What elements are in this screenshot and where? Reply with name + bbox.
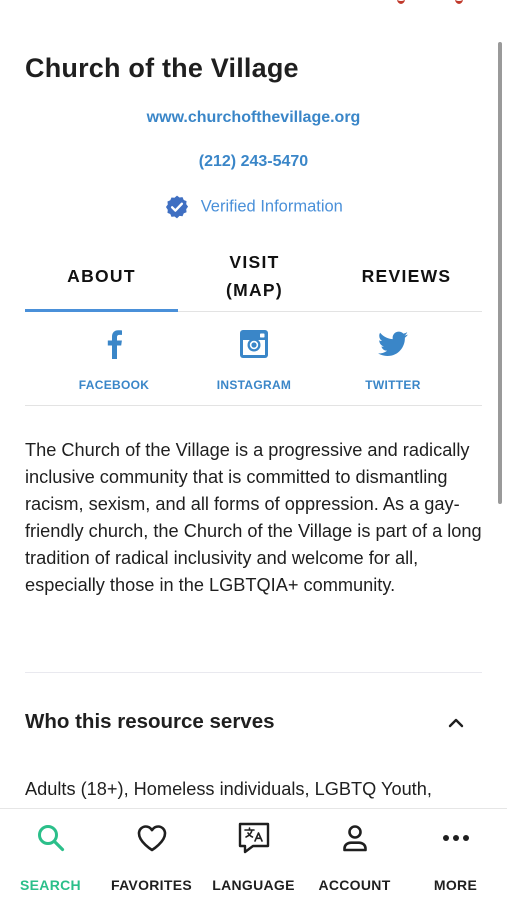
chevron-up-icon[interactable] (447, 714, 465, 732)
resource-tabs: ABOUT VISIT (MAP) REVIEWS (25, 240, 482, 312)
phone-link[interactable]: (212) 243-5470 (0, 153, 507, 171)
serves-title: Who this resource serves (25, 710, 275, 733)
tab-about[interactable]: ABOUT (25, 240, 178, 312)
instagram-icon (240, 330, 268, 358)
more-icon (442, 835, 469, 841)
nav-language-label: LANGUAGE (212, 877, 295, 893)
social-links: FACEBOOK INSTAGRAM TWITTER (25, 312, 482, 406)
heart-icon (137, 825, 166, 852)
verified-badge-icon (166, 195, 189, 219)
nav-search[interactable]: SEARCH (0, 821, 101, 893)
verified-info: Verified Information (0, 194, 507, 220)
resource-description: The Church of the Village is a progressi… (25, 440, 482, 595)
facebook-icon (107, 330, 122, 359)
bottom-navigation: SEARCH FAVORITES LANGUAGE ACCOUNT MORE (0, 808, 507, 900)
resource-detail-scroll[interactable]: Church of the Village www.churchofthevil… (0, 0, 507, 808)
twitter-label: TWITTER (365, 378, 421, 392)
facebook-link[interactable]: FACEBOOK (39, 328, 189, 392)
tab-reviews[interactable]: REVIEWS (331, 240, 482, 312)
nav-account[interactable]: ACCOUNT (304, 821, 405, 893)
serves-accordion-header[interactable]: Who this resource serves (25, 710, 465, 734)
nav-favorites[interactable]: FAVORITES (101, 821, 202, 893)
serves-text: Adults (18+), Homeless individuals, LGBT… (25, 779, 432, 808)
page-title: Church of the Village (25, 53, 299, 83)
facebook-label: FACEBOOK (78, 378, 150, 392)
user-icon (342, 825, 367, 852)
scrollbar[interactable] (498, 42, 502, 504)
instagram-link[interactable]: INSTAGRAM (179, 328, 329, 392)
instagram-label: INSTAGRAM (216, 378, 292, 392)
tab-visit-map[interactable]: VISIT (MAP) (178, 240, 331, 312)
nav-account-label: ACCOUNT (318, 877, 391, 893)
nav-search-label: SEARCH (20, 877, 81, 893)
section-divider (25, 672, 482, 673)
nav-favorites-label: FAVORITES (110, 877, 192, 893)
twitter-icon (378, 331, 408, 356)
search-icon (37, 825, 64, 852)
website-link[interactable]: www.churchofthevillage.org (0, 109, 507, 127)
nav-more[interactable]: MORE (405, 821, 506, 893)
nav-more-label: MORE (433, 877, 478, 893)
verified-label: Verified Information (200, 197, 343, 216)
translate-icon (238, 822, 269, 854)
nav-language[interactable]: LANGUAGE (203, 821, 304, 893)
twitter-link[interactable]: TWITTER (318, 328, 468, 392)
